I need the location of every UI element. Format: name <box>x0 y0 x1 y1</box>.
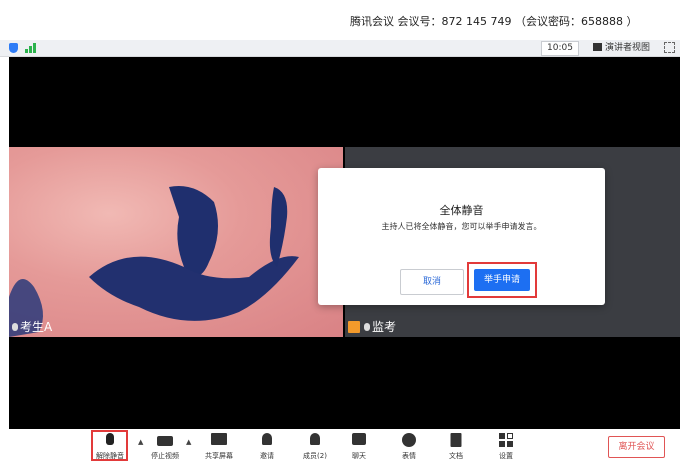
signal-icon[interactable] <box>25 43 39 53</box>
meeting-clock: 10:05 <box>541 41 579 56</box>
title-bar: 腾讯会议 会议号：872 145 749 （会议密码：658888 ） <box>0 0 680 40</box>
settings-icon <box>499 433 513 447</box>
chat-button[interactable]: 聊天 <box>339 430 379 462</box>
invite-label: 邀请 <box>260 452 274 460</box>
camera-feed-image <box>9 186 299 337</box>
stop-video-button[interactable]: 停止视频 <box>145 430 185 462</box>
speaker-view-icon <box>593 43 602 51</box>
invite-icon <box>262 433 272 445</box>
fullscreen-icon[interactable] <box>664 42 675 53</box>
members-label: 成员(2) <box>303 452 327 460</box>
video-tile-examinee[interactable]: 考生A <box>9 147 343 337</box>
mic-options-caret-icon[interactable]: ▲ <box>138 438 143 446</box>
share-screen-button[interactable]: 共享屏幕 <box>199 430 239 462</box>
mute-all-dialog: 全体静音 主持人已将全体静音，您可以举手申请发言。 取消 举手申请 <box>318 168 605 305</box>
participant-name: 监考 <box>372 320 397 334</box>
settings-label: 设置 <box>499 452 513 460</box>
unmute-highlight <box>91 430 128 461</box>
meeting-title: 腾讯会议 会议号：872 145 749 （会议密码：658888 ） <box>350 15 638 28</box>
mic-muted-icon <box>12 323 18 331</box>
dialog-message: 主持人已将全体静音，您可以举手申请发言。 <box>381 222 542 231</box>
dialog-title: 全体静音 <box>439 204 484 217</box>
participant-label-examinee: 考生A <box>12 318 52 335</box>
document-icon <box>450 433 462 447</box>
video-icon <box>157 436 173 446</box>
status-bar: 10:05 演讲者视图 <box>0 40 680 57</box>
speaker-view-label: 演讲者视图 <box>605 43 651 53</box>
participant-name: 考生A <box>20 320 53 334</box>
emoji-button[interactable]: 表情 <box>389 430 429 462</box>
document-label: 文档 <box>449 452 463 460</box>
share-screen-icon <box>211 433 227 445</box>
chat-icon <box>352 433 366 445</box>
document-button[interactable]: 文档 <box>436 430 476 462</box>
settings-button[interactable]: 设置 <box>486 430 526 462</box>
participant-label-proctor: 监考 <box>348 318 396 335</box>
members-icon <box>310 433 320 445</box>
video-options-caret-icon[interactable]: ▲ <box>186 438 191 446</box>
invite-button[interactable]: 邀请 <box>247 430 287 462</box>
share-screen-label: 共享屏幕 <box>205 452 233 460</box>
speaker-view-button[interactable]: 演讲者视图 <box>593 41 650 55</box>
shield-icon[interactable] <box>9 43 18 53</box>
emoji-label: 表情 <box>402 452 416 460</box>
members-button[interactable]: 成员(2) <box>295 430 335 462</box>
mic-muted-icon <box>364 323 370 331</box>
stop-video-label: 停止视频 <box>151 452 179 460</box>
raise-hand-highlight: 举手申请 <box>467 262 537 298</box>
host-avatar-icon <box>348 321 360 333</box>
emoji-icon <box>402 433 416 447</box>
chat-label: 聊天 <box>352 452 366 460</box>
raise-hand-button[interactable]: 举手申请 <box>474 269 530 291</box>
cancel-button[interactable]: 取消 <box>400 269 464 295</box>
leave-meeting-button[interactable]: 离开会议 <box>608 436 665 458</box>
